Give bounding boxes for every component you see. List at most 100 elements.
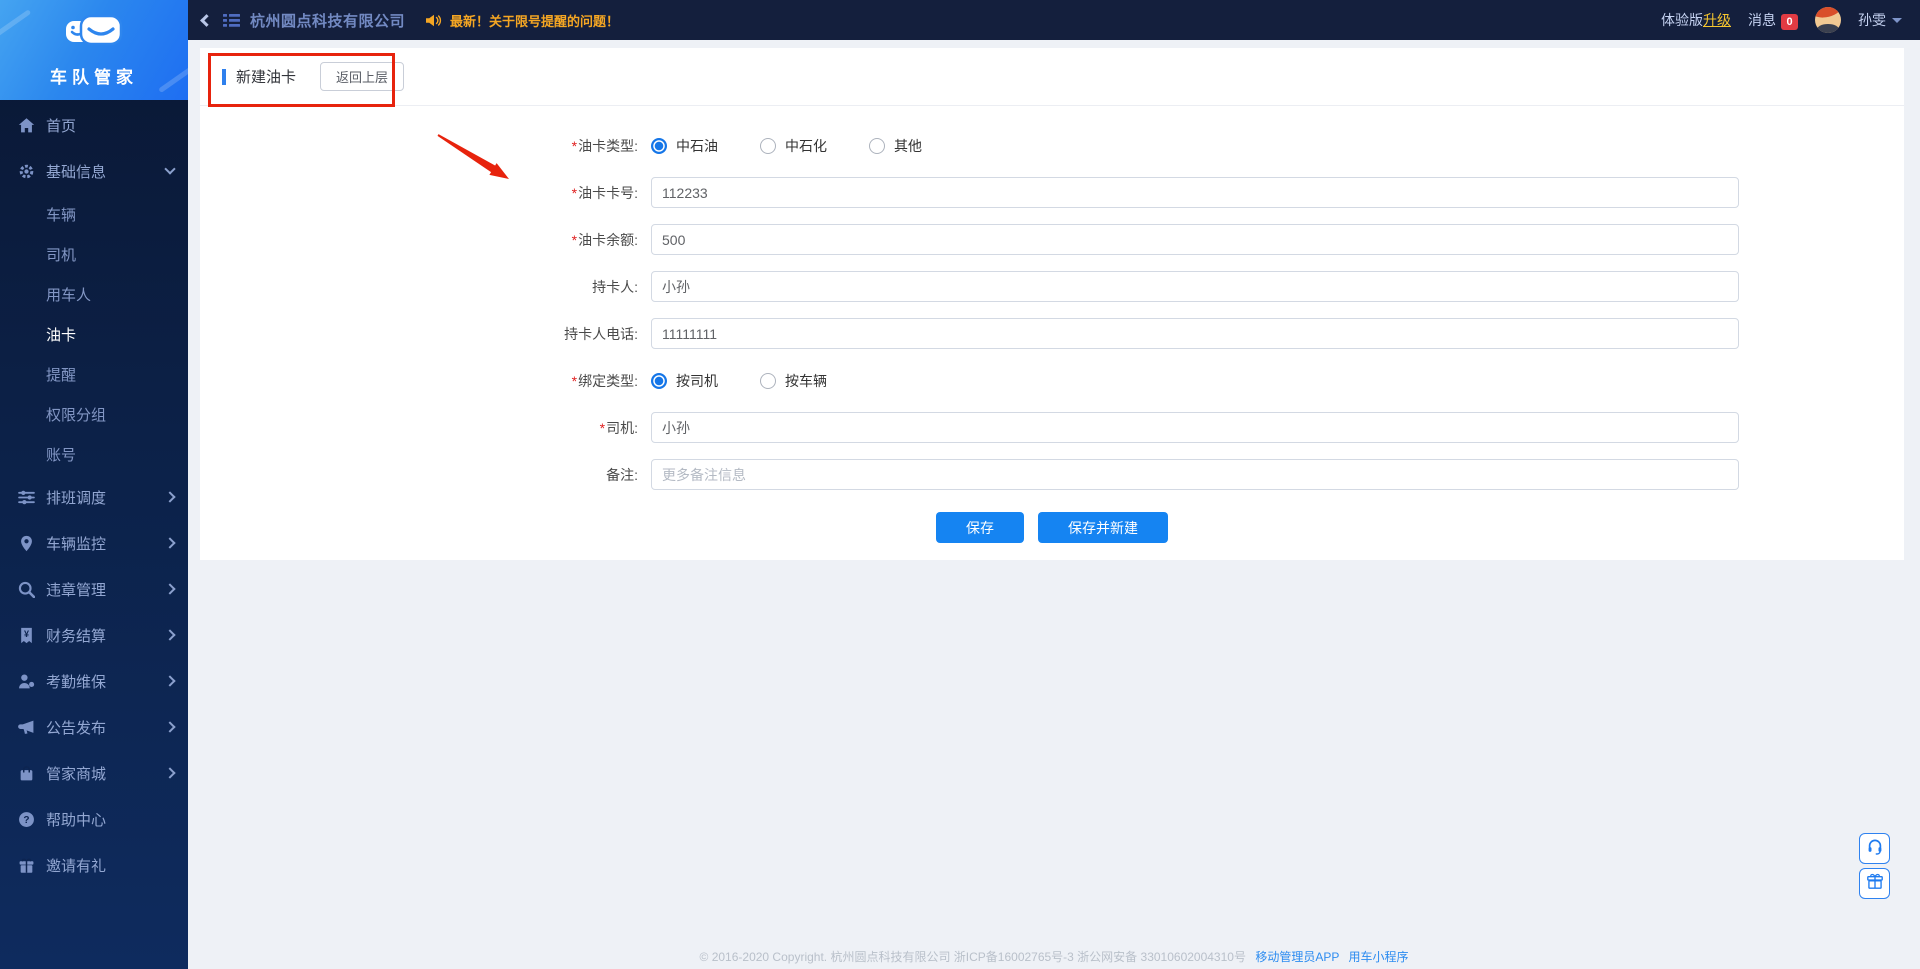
back-button[interactable]: 返回上层 [320,62,404,91]
chevron-right-icon [164,629,175,640]
form-row-remark: 备注: [200,451,1904,498]
card-holder-input[interactable] [651,271,1739,302]
announcement-text[interactable]: 最新！关于限号提醒的问题！ [450,11,619,30]
card-number-input[interactable] [651,177,1739,208]
location-pin-icon [18,535,35,552]
radio-dot[interactable] [869,138,885,154]
form-row-holder: 持卡人: [200,263,1904,310]
main-content: 新建油卡 返回上层 *油卡类型: 中石油 中石化 其他 *油卡卡号: *油卡余额… [188,40,1920,969]
messages-label: 消息 [1748,12,1776,28]
radio-petrochina[interactable]: 中石油 [651,136,718,156]
sidebar-menu: 首页 基础信息 车辆 司机 用车人 油卡 提醒 权限分组 账号 排班调度 车辆监… [0,100,188,888]
save-button[interactable]: 保存 [936,512,1024,543]
announcement-speaker-icon [425,13,442,28]
svg-text:?: ? [23,815,29,826]
company-name: 杭州圆点科技有限公司 [250,10,405,31]
radio-dot[interactable] [760,373,776,389]
finance-yuan-icon: ¥ [18,627,35,644]
chevron-down-icon [164,163,175,174]
upgrade-link[interactable]: 升级 [1703,12,1731,28]
schedule-sliders-icon [18,489,35,506]
field-label: 油卡卡号: [578,185,638,201]
question-circle-icon: ? [18,811,35,828]
chevron-right-icon [164,767,175,778]
radio-by-vehicle[interactable]: 按车辆 [760,371,827,391]
radio-dot[interactable] [651,138,667,154]
fleet-car-logo-icon [63,13,125,60]
field-label: 绑定类型: [578,373,638,389]
card-balance-input[interactable] [651,224,1739,255]
collapse-sidebar-icon[interactable] [200,14,213,27]
sidebar-subitem-accounts[interactable]: 账号 [0,434,188,474]
sidebar-subitem-permission-groups[interactable]: 权限分组 [0,394,188,434]
driver-input[interactable] [651,412,1739,443]
sidebar-subitem-drivers[interactable]: 司机 [0,234,188,274]
chevron-right-icon [164,583,175,594]
field-label: 司机: [606,420,638,436]
menu-list-icon[interactable] [223,13,240,28]
messages[interactable]: 消息0 [1748,10,1798,30]
chevron-right-icon [164,721,175,732]
copyright-text: © 2016-2020 Copyright. 杭州圆点科技有限公司 浙ICP备1… [700,950,1246,964]
gear-icon [18,163,35,180]
svg-text:¥: ¥ [24,629,29,639]
gift-promo-button[interactable] [1859,868,1890,899]
form-actions: 保存 保存并新建 [200,512,1904,543]
save-and-new-button[interactable]: 保存并新建 [1038,512,1168,543]
holder-phone-input[interactable] [651,318,1739,349]
title-accent-bar [222,69,226,85]
form-row-card-type: *油卡类型: 中石油 中石化 其他 [200,122,1904,169]
field-label: 持卡人电话: [564,326,638,342]
field-label: 备注: [606,467,638,483]
sidebar-item-invite-rewards[interactable]: 邀请有礼 [0,842,188,888]
radio-dot[interactable] [651,373,667,389]
trial-label: 体验版 [1661,12,1703,28]
sidebar-item-help-center[interactable]: ? 帮助中心 [0,796,188,842]
sidebar-item-announcements[interactable]: 公告发布 [0,704,188,750]
sidebar-item-attendance-maintenance[interactable]: 考勤维保 [0,658,188,704]
chevron-right-icon [164,491,175,502]
form-row-holder-phone: 持卡人电话: [200,310,1904,357]
field-label: 油卡类型: [578,138,638,154]
gift-icon [1866,872,1884,895]
form-row-bind-type: *绑定类型: 按司机 按车辆 [200,357,1904,404]
sidebar-item-financial-settlement[interactable]: ¥ 财务结算 [0,612,188,658]
radio-other[interactable]: 其他 [869,136,922,156]
trial-upgrade[interactable]: 体验版升级 [1661,10,1731,30]
chevron-right-icon [164,537,175,548]
fuel-card-form: *油卡类型: 中石油 中石化 其他 *油卡卡号: *油卡余额: 持卡人: [200,106,1904,543]
form-row-card-number: *油卡卡号: [200,169,1904,216]
admin-app-link[interactable]: 移动管理员APP [1255,950,1339,964]
user-avatar[interactable] [1815,7,1841,33]
violation-magnifier-icon [18,581,35,598]
sidebar-subitem-vehicles[interactable]: 车辆 [0,194,188,234]
caret-down-icon [1892,18,1902,23]
home-icon [18,117,35,134]
sidebar-item-scheduling[interactable]: 排班调度 [0,474,188,520]
sidebar-subitem-fuel-card[interactable]: 油卡 [0,314,188,354]
page-footer: © 2016-2020 Copyright. 杭州圆点科技有限公司 浙ICP备1… [188,948,1920,965]
sidebar-subitem-car-users[interactable]: 用车人 [0,274,188,314]
gift-icon [18,857,35,874]
sidebar: 车队管家 首页 基础信息 车辆 司机 用车人 油卡 提醒 权限分组 账号 排班调… [0,0,188,969]
form-card: 新建油卡 返回上层 *油卡类型: 中石油 中石化 其他 *油卡卡号: *油卡余额… [200,48,1904,560]
brand-logo[interactable]: 车队管家 [0,0,188,100]
customer-service-button[interactable] [1859,833,1890,864]
sidebar-item-violation-management[interactable]: 违章管理 [0,566,188,612]
radio-sinopec[interactable]: 中石化 [760,136,827,156]
sidebar-item-mall[interactable]: 管家商城 [0,750,188,796]
remark-input[interactable] [651,459,1739,490]
form-row-driver: *司机: [200,404,1904,451]
header-right-tools: 体验版升级 消息0 孙雯 [1661,7,1902,33]
card-header: 新建油卡 返回上层 [200,48,1904,106]
miniprogram-link[interactable]: 用车小程序 [1348,950,1408,964]
sidebar-subitem-reminders[interactable]: 提醒 [0,354,188,394]
radio-dot[interactable] [760,138,776,154]
user-menu[interactable]: 孙雯 [1858,10,1902,30]
sidebar-item-basic-info[interactable]: 基础信息 [0,148,188,194]
chevron-right-icon [164,675,175,686]
sidebar-item-vehicle-monitoring[interactable]: 车辆监控 [0,520,188,566]
sidebar-item-home[interactable]: 首页 [0,102,188,148]
megaphone-icon [18,719,35,736]
radio-by-driver[interactable]: 按司机 [651,371,718,391]
